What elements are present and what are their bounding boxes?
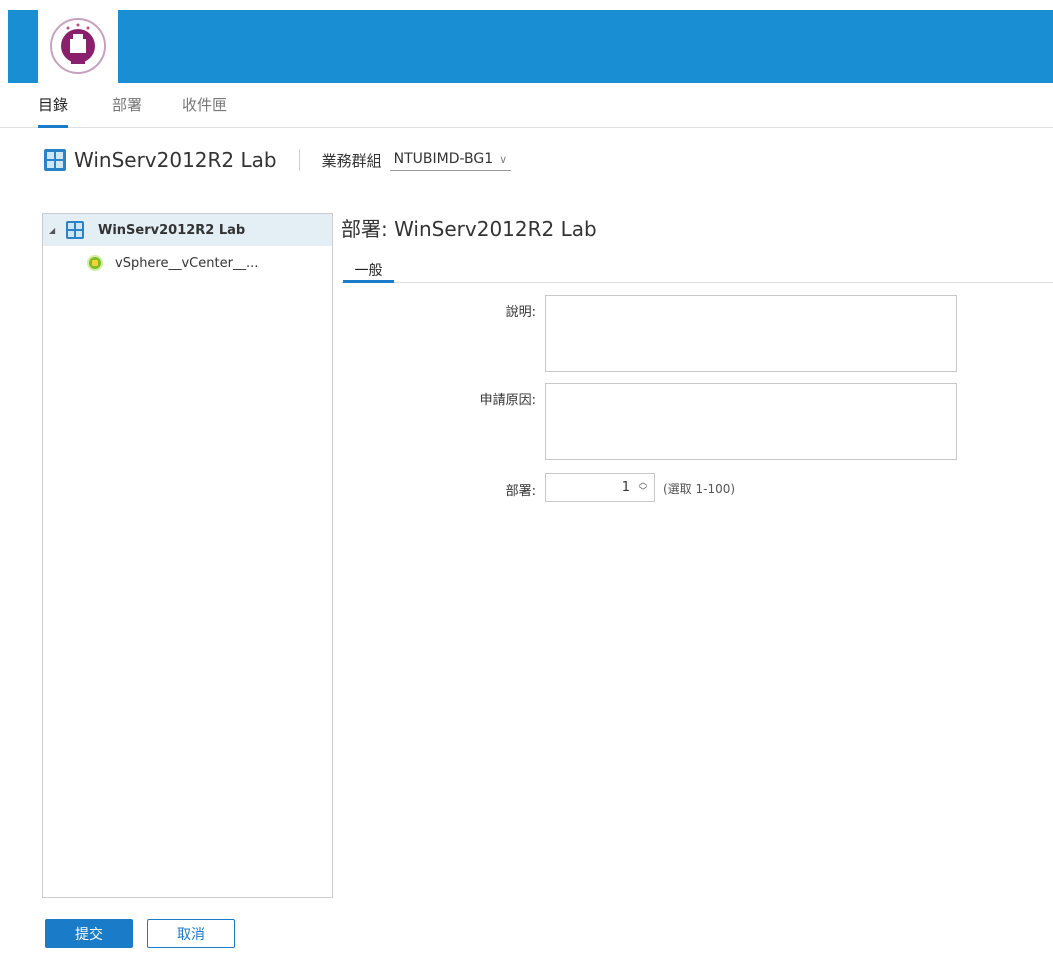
reason-label: 申請原因: (479, 393, 536, 408)
detail-title: 部署: WinServ2012R2 Lab (341, 217, 597, 241)
blueprint-icon (66, 221, 84, 239)
tree-item-vm[interactable]: vSphere__vCenter__... (43, 247, 332, 279)
tab-inbox[interactable]: 收件匣 (182, 94, 227, 128)
tab-deployments[interactable]: 部署 (112, 94, 142, 128)
deployments-value[interactable]: 1 (622, 480, 630, 495)
tree-item-blueprint[interactable]: ◢ WinServ2012R2 Lab (43, 214, 332, 246)
cancel-button[interactable]: 取消 (147, 919, 235, 948)
chevron-down-icon: ∨ (499, 152, 508, 166)
detail-tabs: 一般 (341, 258, 1053, 283)
tree-item-label: vSphere__vCenter__... (115, 255, 259, 271)
stepper-arrows: ︿ ﹀ (636, 478, 650, 497)
blueprint-tree: ◢ WinServ2012R2 Lab vSphere__vCenter__..… (42, 213, 333, 898)
business-group-value: NTUBIMD-BG1 (393, 151, 494, 167)
chevron-down-icon[interactable]: ﹀ (638, 487, 647, 497)
business-group-dropdown[interactable]: NTUBIMD-BG1 ∨ (389, 149, 512, 171)
submit-button[interactable]: 提交 (45, 919, 133, 948)
main-nav: 目錄 部署 收件匣 (0, 83, 1053, 128)
tab-catalog[interactable]: 目錄 (38, 94, 69, 128)
deployments-label: 部署: (505, 484, 536, 499)
caret-expanded-icon[interactable]: ◢ (49, 226, 58, 235)
blueprint-title: WinServ2012R2 Lab (74, 148, 277, 172)
request-header: WinServ2012R2 Lab 業務群組 NTUBIMD-BG1 ∨ (44, 144, 512, 176)
tab-general[interactable]: 一般 (343, 260, 394, 283)
reason-field[interactable] (545, 383, 957, 460)
business-group-label: 業務群組 (321, 151, 382, 170)
tree-item-label: WinServ2012R2 Lab (98, 222, 246, 238)
header-divider (298, 149, 300, 171)
logo-emblem-icon (50, 18, 106, 74)
top-banner (8, 10, 1053, 83)
deployments-stepper[interactable]: 1 ︿ ﹀ (545, 473, 655, 502)
description-label: 說明: (505, 305, 536, 320)
vm-icon (87, 255, 103, 271)
description-field[interactable] (545, 295, 957, 372)
university-logo[interactable] (38, 10, 118, 83)
blueprint-icon (44, 149, 66, 171)
deployments-range-hint: (選取 1-100) (663, 482, 736, 496)
